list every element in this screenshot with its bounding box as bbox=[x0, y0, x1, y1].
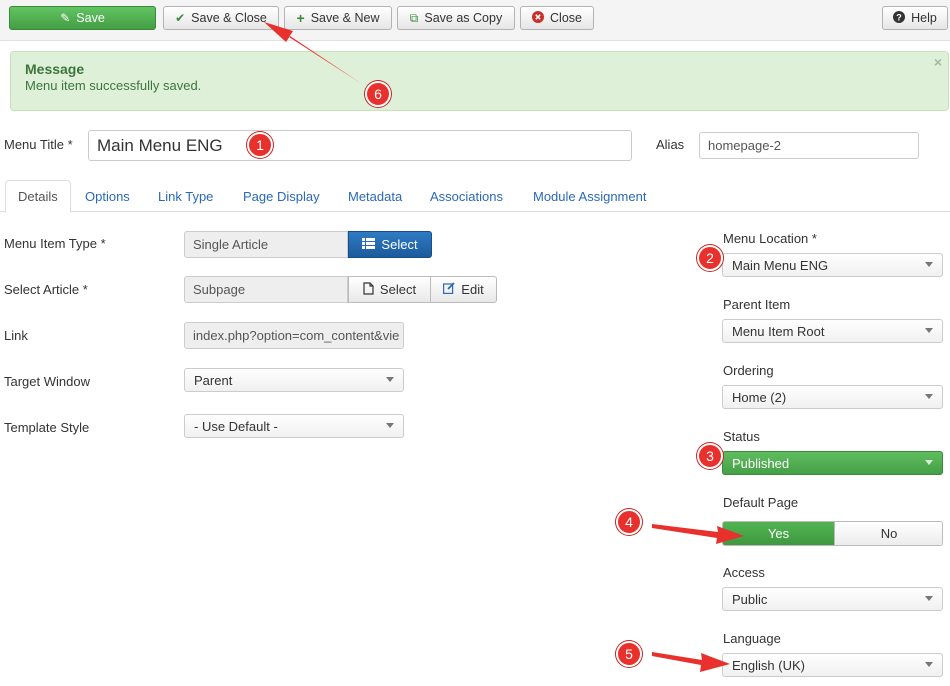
tab-metadata[interactable]: Metadata bbox=[348, 180, 402, 212]
chevron-down-icon bbox=[386, 377, 394, 382]
menu-item-type-label: Menu Item Type * bbox=[4, 236, 106, 251]
chevron-down-icon bbox=[925, 262, 933, 267]
status-label: Status bbox=[723, 429, 760, 444]
list-icon bbox=[362, 237, 376, 252]
close-icon[interactable]: × bbox=[934, 54, 942, 70]
language-label: Language bbox=[723, 631, 781, 646]
close-circle-icon bbox=[532, 11, 545, 25]
template-style-select[interactable]: - Use Default - bbox=[184, 414, 404, 438]
save-new-button[interactable]: + Save & New bbox=[284, 6, 392, 30]
help-button[interactable]: ? Help bbox=[882, 6, 948, 30]
edit-icon: ✎ bbox=[60, 11, 71, 25]
access-select[interactable]: Public bbox=[722, 587, 943, 611]
access-label: Access bbox=[723, 565, 765, 580]
annotation-badge-2: 2 bbox=[697, 245, 723, 271]
language-select[interactable]: English (UK) bbox=[722, 653, 943, 677]
save-button[interactable]: ✎ Save bbox=[9, 6, 156, 30]
tab-options[interactable]: Options bbox=[85, 180, 130, 212]
help-icon: ? bbox=[893, 11, 906, 25]
chevron-down-icon bbox=[925, 662, 933, 667]
annotation-badge-4: 4 bbox=[616, 509, 642, 535]
file-icon bbox=[363, 281, 374, 298]
default-page-toggle: Yes No bbox=[722, 521, 943, 546]
link-field: index.php?option=com_content&vie bbox=[184, 322, 404, 349]
parent-item-label: Parent Item bbox=[723, 297, 791, 312]
annotation-badge-6: 6 bbox=[365, 81, 391, 107]
edit-article-button[interactable]: Edit bbox=[430, 276, 497, 303]
toolbar: ✎ Save ✔ Save & Close + Save & New ⧉ Sav… bbox=[0, 0, 950, 41]
annotation-arrow-5 bbox=[652, 652, 730, 672]
default-page-no[interactable]: No bbox=[834, 522, 942, 545]
chevron-down-icon bbox=[925, 596, 933, 601]
menu-title-input[interactable]: Main Menu ENG bbox=[88, 130, 632, 161]
parent-item-select[interactable]: Menu Item Root bbox=[722, 319, 943, 343]
message-text: Menu item successfully saved. bbox=[25, 78, 202, 93]
template-style-label: Template Style bbox=[4, 420, 90, 435]
alias-label: Alias bbox=[656, 137, 685, 152]
annotation-badge-3: 3 bbox=[697, 443, 723, 469]
menu-location-label: Menu Location * bbox=[723, 231, 817, 246]
tab-module-assignment[interactable]: Module Assignment bbox=[533, 180, 646, 212]
copy-icon: ⧉ bbox=[409, 11, 419, 25]
select-article-field: Subpage bbox=[184, 276, 348, 303]
save-copy-button[interactable]: ⧉ Save as Copy bbox=[397, 6, 515, 30]
chevron-down-icon bbox=[925, 460, 933, 465]
tab-bar: Details Options Link Type Page Display M… bbox=[0, 176, 950, 213]
select-article-button[interactable]: Select bbox=[348, 276, 431, 303]
svg-text:?: ? bbox=[896, 13, 902, 23]
tab-link-type[interactable]: Link Type bbox=[158, 180, 213, 212]
close-button[interactable]: Close bbox=[520, 6, 594, 30]
ordering-select[interactable]: Home (2) bbox=[722, 385, 943, 409]
check-icon: ✔ bbox=[175, 11, 186, 25]
tab-page-display[interactable]: Page Display bbox=[243, 180, 320, 212]
tab-associations[interactable]: Associations bbox=[430, 180, 503, 212]
edit-icon bbox=[443, 282, 455, 297]
alias-input[interactable]: homepage-2 bbox=[699, 132, 919, 159]
chevron-down-icon bbox=[925, 328, 933, 333]
plus-icon: + bbox=[296, 10, 305, 26]
tab-details[interactable]: Details bbox=[5, 180, 71, 213]
annotation-badge-1: 1 bbox=[247, 132, 273, 158]
chevron-down-icon bbox=[925, 394, 933, 399]
chevron-down-icon bbox=[386, 423, 394, 428]
select-article-label: Select Article * bbox=[4, 282, 88, 297]
menu-item-type-field: Single Article bbox=[184, 231, 348, 258]
link-label: Link bbox=[4, 328, 28, 343]
target-window-select[interactable]: Parent bbox=[184, 368, 404, 392]
menu-location-select[interactable]: Main Menu ENG bbox=[722, 253, 943, 277]
default-page-label: Default Page bbox=[723, 495, 799, 510]
menu-title-label: Menu Title * bbox=[4, 137, 73, 152]
status-select[interactable]: Published bbox=[722, 451, 943, 475]
target-window-label: Target Window bbox=[4, 374, 90, 389]
success-message: Message Menu item successfully saved. × bbox=[10, 51, 949, 111]
select-type-button[interactable]: Select bbox=[348, 231, 432, 258]
annotation-badge-5: 5 bbox=[616, 641, 642, 667]
message-heading: Message bbox=[25, 61, 85, 77]
save-close-button[interactable]: ✔ Save & Close bbox=[163, 6, 279, 30]
ordering-label: Ordering bbox=[723, 363, 774, 378]
default-page-yes[interactable]: Yes bbox=[723, 522, 834, 545]
